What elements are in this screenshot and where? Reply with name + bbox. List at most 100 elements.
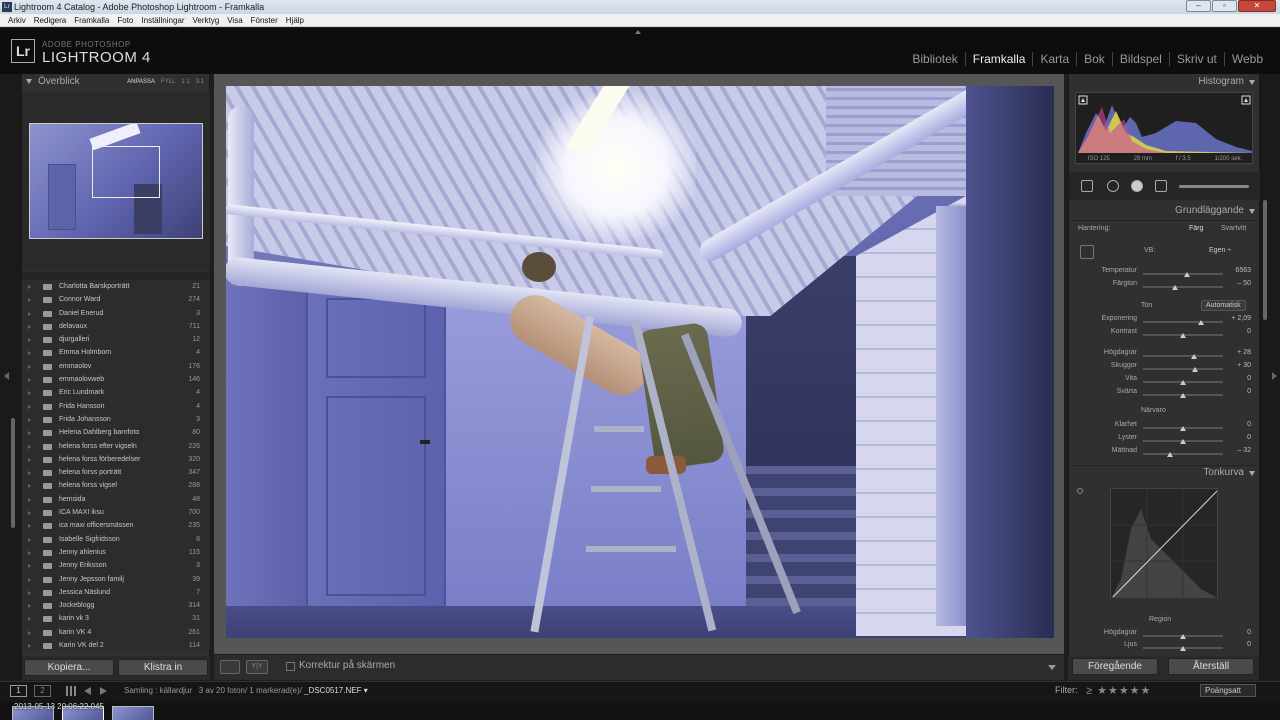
window-1-button[interactable]: 1 [10, 685, 27, 697]
histogram[interactable]: ISO 125 28 mm f / 3,5 1/200 sek. [1075, 92, 1253, 164]
collection-row[interactable]: Daniel Enerud 3 [22, 307, 210, 320]
expand-arrow-icon[interactable] [28, 550, 31, 555]
navigator-header[interactable]: Överblick ANPASSA FYLL 1:1 3:1 [22, 74, 210, 90]
slider-value[interactable]: – 50 [1237, 280, 1251, 287]
reset-button[interactable]: Återställ [1168, 658, 1254, 675]
expand-arrow-icon[interactable] [28, 444, 31, 449]
collection-row[interactable]: Jenny Eriksson 3 [22, 559, 210, 572]
expand-arrow-icon[interactable] [28, 404, 31, 409]
slider-track[interactable] [1143, 453, 1223, 455]
slider-value[interactable]: 0 [1247, 641, 1251, 648]
treatment-color[interactable]: Färg [1189, 225, 1203, 232]
expand-arrow-icon[interactable] [28, 298, 31, 303]
slider-track[interactable] [1143, 355, 1223, 357]
forward-arrow-icon[interactable] [100, 687, 107, 695]
slider-value[interactable]: + 28 [1237, 349, 1251, 356]
slider-value[interactable]: 0 [1247, 375, 1251, 382]
expand-arrow-icon[interactable] [28, 338, 31, 343]
slider-value[interactable]: 6563 [1235, 267, 1251, 274]
basic-header[interactable]: Grundläggande [1069, 203, 1260, 219]
expand-arrow-icon[interactable] [28, 630, 31, 635]
expand-arrow-icon[interactable] [28, 484, 31, 489]
slider-thumb[interactable] [1180, 426, 1186, 431]
before-after-button[interactable]: Y|Y [246, 660, 268, 674]
navigator-preview[interactable] [29, 123, 203, 239]
expand-arrow-icon[interactable] [28, 364, 31, 369]
right-scrollbar[interactable] [1263, 200, 1267, 320]
module-1[interactable]: Framkalla [964, 52, 1033, 66]
collection-row[interactable]: helena forss vigsel 288 [22, 479, 210, 492]
slider-thumb[interactable] [1197, 320, 1204, 325]
rating-filter[interactable]: ≥ ★★★★★ [1086, 684, 1151, 697]
collection-row[interactable]: karin vk 3 31 [22, 612, 210, 625]
auto-tone-button[interactable]: Automatisk [1201, 300, 1246, 311]
expand-arrow-icon[interactable] [28, 511, 31, 516]
collection-row[interactable]: helena forss porträtt 347 [22, 466, 210, 479]
grid-view-icon[interactable] [66, 686, 76, 696]
expand-arrow-icon[interactable] [28, 457, 31, 462]
expand-arrow-icon[interactable] [28, 524, 31, 529]
red-eye-icon[interactable] [1131, 180, 1143, 192]
slider-thumb[interactable] [1184, 272, 1190, 277]
slider-value[interactable]: 0 [1247, 434, 1251, 441]
collection-row[interactable]: Jessica Näslund 7 [22, 586, 210, 599]
collection-row[interactable]: Connor Ward 274 [22, 293, 210, 306]
collection-row[interactable]: emmaolovweb 146 [22, 373, 210, 386]
menu-item[interactable]: Visa [223, 14, 246, 26]
menu-item[interactable]: Framkalla [70, 14, 113, 26]
slider-value[interactable]: 0 [1247, 328, 1251, 335]
collection-row[interactable]: Charlotta Barskporträtt 21 [22, 280, 210, 293]
module-2[interactable]: Karta [1032, 52, 1076, 66]
collection-row[interactable]: Frida Johansson 3 [22, 413, 210, 426]
slider-value[interactable]: 0 [1247, 388, 1251, 395]
collection-row[interactable]: Jenny Jepsson familj 39 [22, 573, 210, 586]
expand-arrow-icon[interactable] [28, 644, 31, 649]
menu-item[interactable]: Foto [113, 14, 137, 26]
histogram-header[interactable]: Histogram [1069, 74, 1260, 90]
slider-thumb[interactable] [1180, 333, 1186, 338]
collection-row[interactable]: helena forss förberedelser 320 [22, 453, 210, 466]
slider-thumb[interactable] [1167, 452, 1174, 457]
spot-removal-icon[interactable] [1107, 180, 1119, 192]
expand-arrow-icon[interactable] [28, 604, 31, 609]
source-info[interactable]: Samling : källardjur 3 av 20 foton/ 1 ma… [124, 686, 368, 695]
collection-row[interactable]: emmaolov 176 [22, 360, 210, 373]
collection-row[interactable]: helena forss efter vigseln 226 [22, 440, 210, 453]
collection-row[interactable]: Helena Dahlberg barnfoto 80 [22, 426, 210, 439]
expand-arrow-icon[interactable] [28, 431, 31, 436]
collection-row[interactable]: delavaux 711 [22, 320, 210, 333]
close-button[interactable]: ✕ [1238, 0, 1276, 12]
module-5[interactable]: Skriv ut [1168, 52, 1224, 66]
wb-select[interactable]: Egen ÷ [1209, 247, 1231, 254]
slider-track[interactable] [1143, 286, 1223, 288]
slider-thumb[interactable] [1180, 393, 1186, 398]
toolbar-menu-icon[interactable] [1048, 665, 1056, 670]
zoom-1-1[interactable]: 1:1 [181, 74, 189, 90]
adjustment-brush-icon[interactable] [1179, 185, 1249, 188]
collection-row[interactable]: Karin VK del 2 114 [22, 639, 210, 650]
slider-value[interactable]: 0 [1247, 629, 1251, 636]
zoom-fit[interactable]: ANPASSA [127, 74, 155, 90]
copy-button[interactable]: Kopiera... [24, 659, 114, 676]
menu-item[interactable]: Inställningar [137, 14, 188, 26]
treatment-bw[interactable]: Svartvitt [1221, 225, 1246, 232]
expand-arrow-icon[interactable] [28, 577, 31, 582]
slider-thumb[interactable] [1191, 354, 1198, 359]
slider-thumb[interactable] [1180, 634, 1186, 639]
collection-row[interactable]: hemsida 48 [22, 493, 210, 506]
expand-arrow-icon[interactable] [28, 590, 31, 595]
paste-button[interactable]: Klistra in [118, 659, 208, 676]
slider-thumb[interactable] [1180, 380, 1186, 385]
graduated-filter-icon[interactable] [1155, 180, 1167, 192]
menu-item[interactable]: Arkiv [4, 14, 30, 26]
slider-value[interactable]: 0 [1247, 421, 1251, 428]
expand-arrow-icon[interactable] [28, 324, 31, 329]
filmstrip-thumb[interactable] [112, 706, 154, 720]
left-panel-toggle-icon[interactable] [4, 372, 9, 380]
collection-row[interactable]: ica maxi officersmässen 235 [22, 519, 210, 532]
collection-row[interactable]: djurgalleri 12 [22, 333, 210, 346]
top-panel-toggle-icon[interactable] [635, 30, 641, 34]
slider-value[interactable]: + 2,09 [1231, 315, 1251, 322]
slider-thumb[interactable] [1172, 285, 1178, 290]
expand-arrow-icon[interactable] [28, 378, 31, 383]
